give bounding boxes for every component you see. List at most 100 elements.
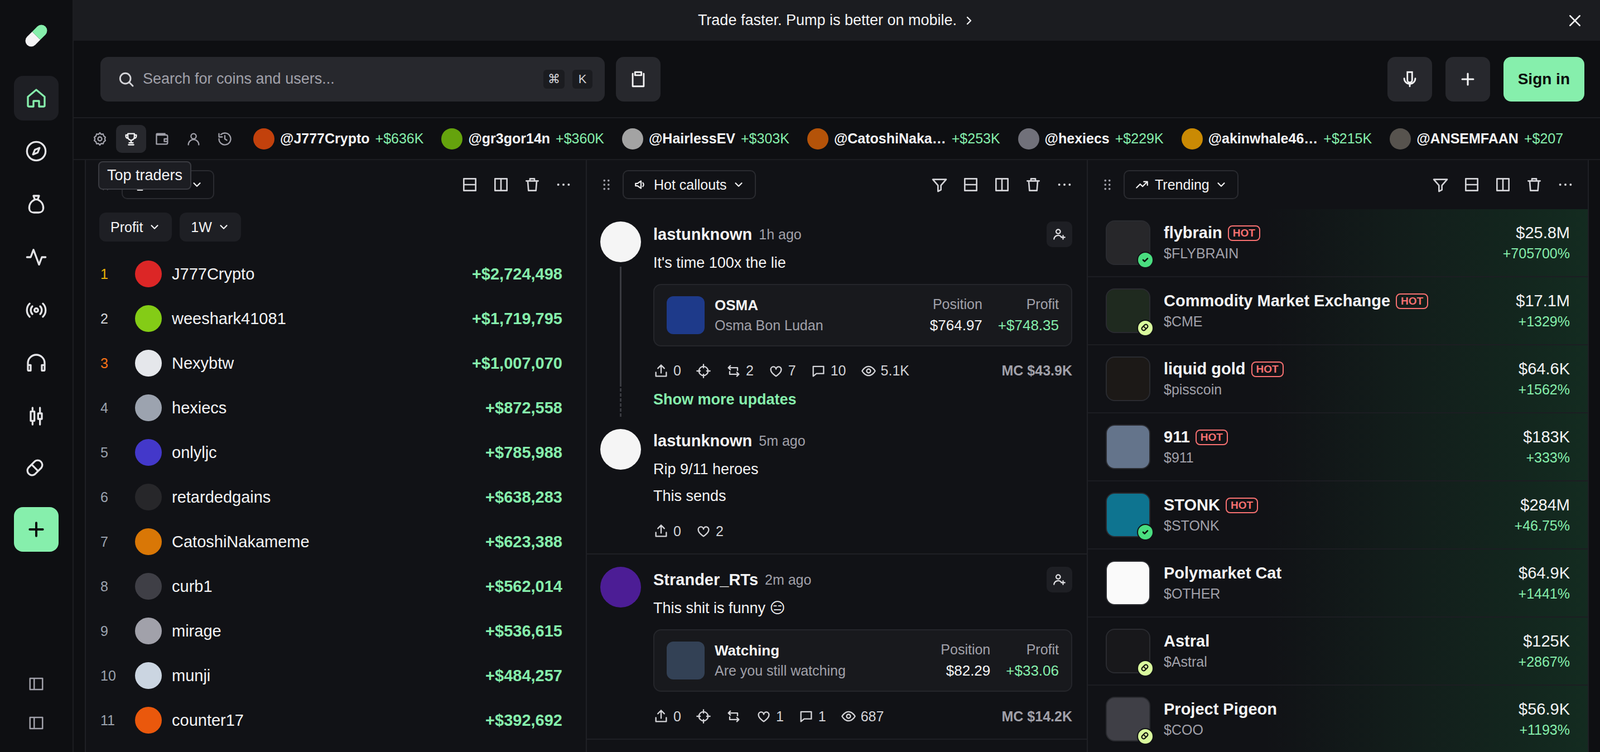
ticker-trader[interactable]: @ANSEMFAAN+$207 <box>1389 128 1564 150</box>
ticker-trader[interactable]: @gr3gor14n+$360K <box>441 128 605 150</box>
trophy-icon[interactable] <box>123 131 139 147</box>
panel-type-dropdown[interactable]: Trending <box>1123 170 1239 200</box>
rows-layout-icon[interactable] <box>1462 175 1481 194</box>
author-avatar[interactable] <box>600 429 642 470</box>
mobile-banner[interactable]: Trade faster. Pump is better on mobile. <box>73 0 1600 41</box>
trader-row[interactable]: 10munji+$484,257 <box>85 653 586 698</box>
trader-name[interactable]: weeshark41081 <box>171 309 472 329</box>
sign-in-button[interactable]: Sign in <box>1503 56 1585 102</box>
create-button[interactable] <box>13 507 59 552</box>
trader-name[interactable]: J777Crypto <box>171 264 472 284</box>
candles-icon[interactable] <box>25 405 48 428</box>
trash-icon[interactable] <box>523 175 542 194</box>
trader-handle[interactable]: @gr3gor14n <box>468 130 551 147</box>
drag-handle-icon[interactable] <box>1099 176 1116 194</box>
post-action[interactable]: 0 <box>653 708 682 725</box>
trader-name[interactable]: Nexybtw <box>171 354 472 373</box>
comment-icon[interactable] <box>798 708 814 725</box>
repost-icon[interactable] <box>725 708 742 725</box>
close-icon[interactable] <box>1566 12 1584 30</box>
trader-name[interactable]: onlyljc <box>171 443 486 462</box>
sidebar-item[interactable] <box>13 340 59 386</box>
views-icon[interactable] <box>840 708 857 725</box>
pill-icon[interactable] <box>25 458 48 481</box>
post-action[interactable]: 2 <box>725 362 754 379</box>
trader-row[interactable]: 8curb1+$562,014 <box>85 564 586 609</box>
paste-button[interactable] <box>615 56 661 102</box>
coin-name[interactable]: Commodity Market Exchange <box>1163 291 1391 311</box>
ticker-trader[interactable]: @hexiecs+$229K <box>1018 128 1164 150</box>
ticker-tab[interactable] <box>116 124 147 153</box>
coin-row[interactable]: Commodity Market ExchangeHOT$CME$17.1M+1… <box>1087 277 1588 346</box>
coin-row[interactable]: flybrainHOT$FLYBRAIN$25.8M+705700% <box>1087 209 1588 278</box>
ticker-tab[interactable] <box>209 124 240 153</box>
like-icon[interactable] <box>768 363 784 379</box>
filter-icon[interactable] <box>930 175 949 194</box>
rows-layout-icon[interactable] <box>961 175 980 194</box>
banner-text[interactable]: Trade faster. Pump is better on mobile. <box>697 11 957 30</box>
trader-handle[interactable]: @akinwhale46… <box>1208 130 1319 147</box>
home-icon[interactable] <box>25 87 48 110</box>
coin-name[interactable]: Project Pigeon <box>1163 700 1277 719</box>
repost-icon[interactable] <box>725 363 742 379</box>
post-action[interactable] <box>725 708 742 725</box>
coin-name[interactable]: liquid gold <box>1163 359 1246 379</box>
share-icon[interactable] <box>653 363 669 379</box>
trash-icon[interactable] <box>1024 175 1043 194</box>
columns-layout-icon[interactable] <box>993 175 1011 194</box>
mic-button[interactable] <box>1387 56 1433 102</box>
broadcast-icon[interactable] <box>25 299 48 322</box>
bag-icon[interactable] <box>25 193 48 216</box>
trader-handle[interactable]: @CatoshiNaka… <box>834 130 947 147</box>
coin-name[interactable]: Polymarket Cat <box>1163 564 1282 583</box>
post-action[interactable]: 687 <box>840 708 885 725</box>
post-action[interactable]: 5.1K <box>860 362 910 379</box>
sidebar-item[interactable] <box>13 234 59 280</box>
user-icon[interactable] <box>185 131 202 147</box>
post-action[interactable]: 0 <box>653 523 682 540</box>
search-field[interactable]: Search for coins and users...⌘K <box>100 56 605 102</box>
logo[interactable] <box>16 15 57 56</box>
panel-icon[interactable] <box>27 714 45 732</box>
panel-type-dropdown[interactable]: Hot callouts <box>622 170 756 200</box>
author-name[interactable]: Strander_RTs <box>653 570 759 590</box>
views-icon[interactable] <box>860 363 877 379</box>
trader-name[interactable]: retardedgains <box>171 488 486 507</box>
activity-icon[interactable] <box>25 246 48 269</box>
coin-name[interactable]: flybrain <box>1163 223 1223 243</box>
more-icon[interactable] <box>554 175 573 194</box>
filter-icon[interactable] <box>1431 175 1450 194</box>
wallet-icon[interactable] <box>154 131 171 147</box>
trader-handle[interactable]: @ANSEMFAAN <box>1416 130 1519 147</box>
plus-icon[interactable] <box>1458 69 1478 89</box>
panel-icon[interactable] <box>27 675 45 693</box>
columns-layout-icon[interactable] <box>1494 175 1512 194</box>
search-placeholder[interactable]: Search for coins and users... <box>142 70 536 88</box>
trader-handle[interactable]: @hexiecs <box>1044 130 1110 147</box>
trader-handle[interactable]: @J777Crypto <box>280 130 370 147</box>
add-button[interactable] <box>1445 56 1491 102</box>
user-plus-icon[interactable] <box>1052 227 1067 242</box>
filter-dropdown[interactable]: 1W <box>179 212 242 242</box>
position-card[interactable]: WatchingAre you still watchingPosition$8… <box>653 629 1073 692</box>
sidebar-item[interactable] <box>13 446 59 492</box>
coin-name[interactable]: Astral <box>1163 632 1210 651</box>
trader-name[interactable]: munji <box>171 666 486 686</box>
like-icon[interactable] <box>695 523 712 539</box>
coin-name[interactable]: STONK <box>1163 495 1221 515</box>
ticker-trader[interactable]: @CatoshiNaka…+$253K <box>807 128 1001 150</box>
author-name[interactable]: lastunknown <box>653 431 753 451</box>
trader-row[interactable]: 9mirage+$536,615 <box>85 608 586 654</box>
sidebar-item[interactable] <box>13 181 59 227</box>
filter-dropdown[interactable]: Profit <box>99 212 172 242</box>
trader-row[interactable]: 2weeshark41081+$1,719,795 <box>85 296 586 341</box>
pill-logo-icon[interactable] <box>18 18 54 53</box>
trader-handle[interactable]: @HairlessEV <box>648 130 736 147</box>
ticker-tab[interactable] <box>147 124 178 153</box>
columns-layout-icon[interactable] <box>492 175 510 194</box>
clipboard-icon[interactable] <box>628 69 648 89</box>
sidebar-item[interactable] <box>13 287 59 333</box>
post-action[interactable] <box>695 708 712 725</box>
compass-icon[interactable] <box>25 140 48 163</box>
trader-row[interactable]: 1J777Crypto+$2,724,498 <box>85 251 586 297</box>
